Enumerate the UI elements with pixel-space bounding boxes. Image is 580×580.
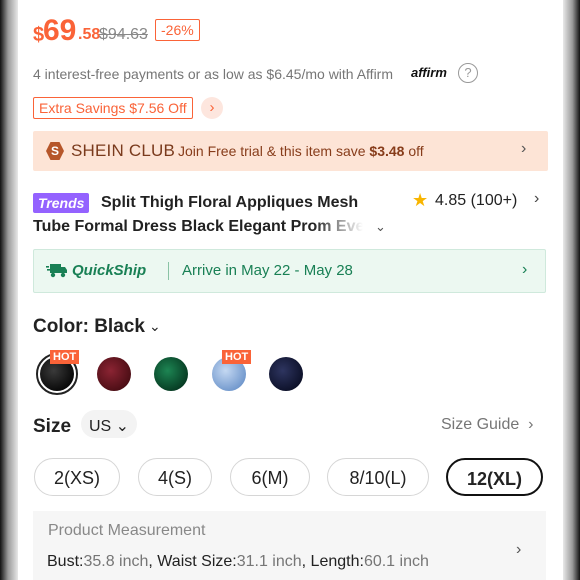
club-offer-text: Join Free trial & this item save $3.48 o…: [178, 143, 424, 159]
delivery-estimate: Arrive in May 22 - May 28: [182, 262, 353, 279]
size-guide-link[interactable]: Size Guide ›: [441, 416, 533, 434]
info-circle-icon[interactable]: ?: [458, 63, 478, 83]
size-unit-value: US ⌄: [89, 418, 130, 435]
chevron-right-icon[interactable]: ›: [201, 97, 223, 119]
size-label: Size: [33, 416, 72, 437]
product-title-line1: Split Thigh Floral Appliques Mesh: [101, 194, 359, 211]
measurement-title: Product Measurement: [48, 522, 206, 539]
price-integer: 69: [43, 14, 77, 47]
size-option-xl-selected[interactable]: 12(XL): [446, 458, 543, 496]
hot-badge: HOT: [222, 350, 252, 364]
screen-edge-left: [0, 0, 18, 580]
size-option-xs[interactable]: 2(XS): [34, 458, 120, 496]
trends-badge: Trends: [33, 193, 90, 213]
original-price: $94.63: [99, 26, 148, 43]
discount-badge: -26%: [155, 19, 200, 41]
star-icon: ★: [412, 190, 429, 210]
hot-badge: HOT: [50, 350, 80, 364]
quickship-banner[interactable]: QuickShip Arrive in May 22 - May 28 ›: [33, 249, 546, 293]
rating-summary[interactable]: 4.85 (100+): [435, 192, 517, 210]
color-selected-label: Color: Black: [33, 316, 145, 337]
product-title-line2: Tube Formal Dress Black Elegant Prom Eve…: [33, 218, 363, 235]
size-option-s[interactable]: 4(S): [138, 458, 212, 496]
product-measurement-panel[interactable]: Product Measurement Bust:35.8 inch, Wais…: [33, 511, 546, 580]
price-decimal: .58: [78, 26, 101, 43]
color-swatch-green[interactable]: [154, 357, 188, 391]
color-swatch-navy[interactable]: [269, 357, 303, 391]
color-swatch-burgundy[interactable]: [97, 357, 131, 391]
measurement-values: Bust:35.8 inch, Waist Size:31.1 inch, Le…: [47, 553, 429, 570]
screen-edge-right: [563, 0, 580, 580]
size-option-m[interactable]: 6(M): [230, 458, 310, 496]
club-name: SHEIN CLUB: [71, 141, 176, 160]
shein-club-banner[interactable]: S SHEIN CLUB Join Free trial & this item…: [33, 131, 548, 171]
chevron-right-icon[interactable]: ›: [534, 190, 539, 208]
extra-savings-badge[interactable]: Extra Savings $7.56 Off: [33, 97, 193, 119]
chevron-right-icon: ›: [516, 541, 522, 558]
truck-icon: [46, 264, 67, 278]
size-option-l[interactable]: 8/10(L): [327, 458, 429, 496]
affirm-logo: affirm: [411, 65, 447, 80]
expand-title-chevron-icon[interactable]: ⌄: [375, 219, 386, 235]
chevron-down-icon[interactable]: ⌄: [149, 318, 161, 335]
chevron-right-icon: ›: [522, 261, 528, 278]
quickship-label: QuickShip: [72, 262, 147, 279]
divider: [168, 262, 169, 280]
affirm-installments-text: 4 interest-free payments or as low as $6…: [33, 66, 394, 82]
shein-club-logo-icon: S: [46, 142, 64, 160]
size-unit-selector[interactable]: US ⌄: [81, 410, 137, 438]
product-detail-panel: $ 69 .58 $94.63 -26% 4 interest-free pay…: [18, 0, 563, 580]
chevron-right-icon: ›: [521, 140, 527, 157]
